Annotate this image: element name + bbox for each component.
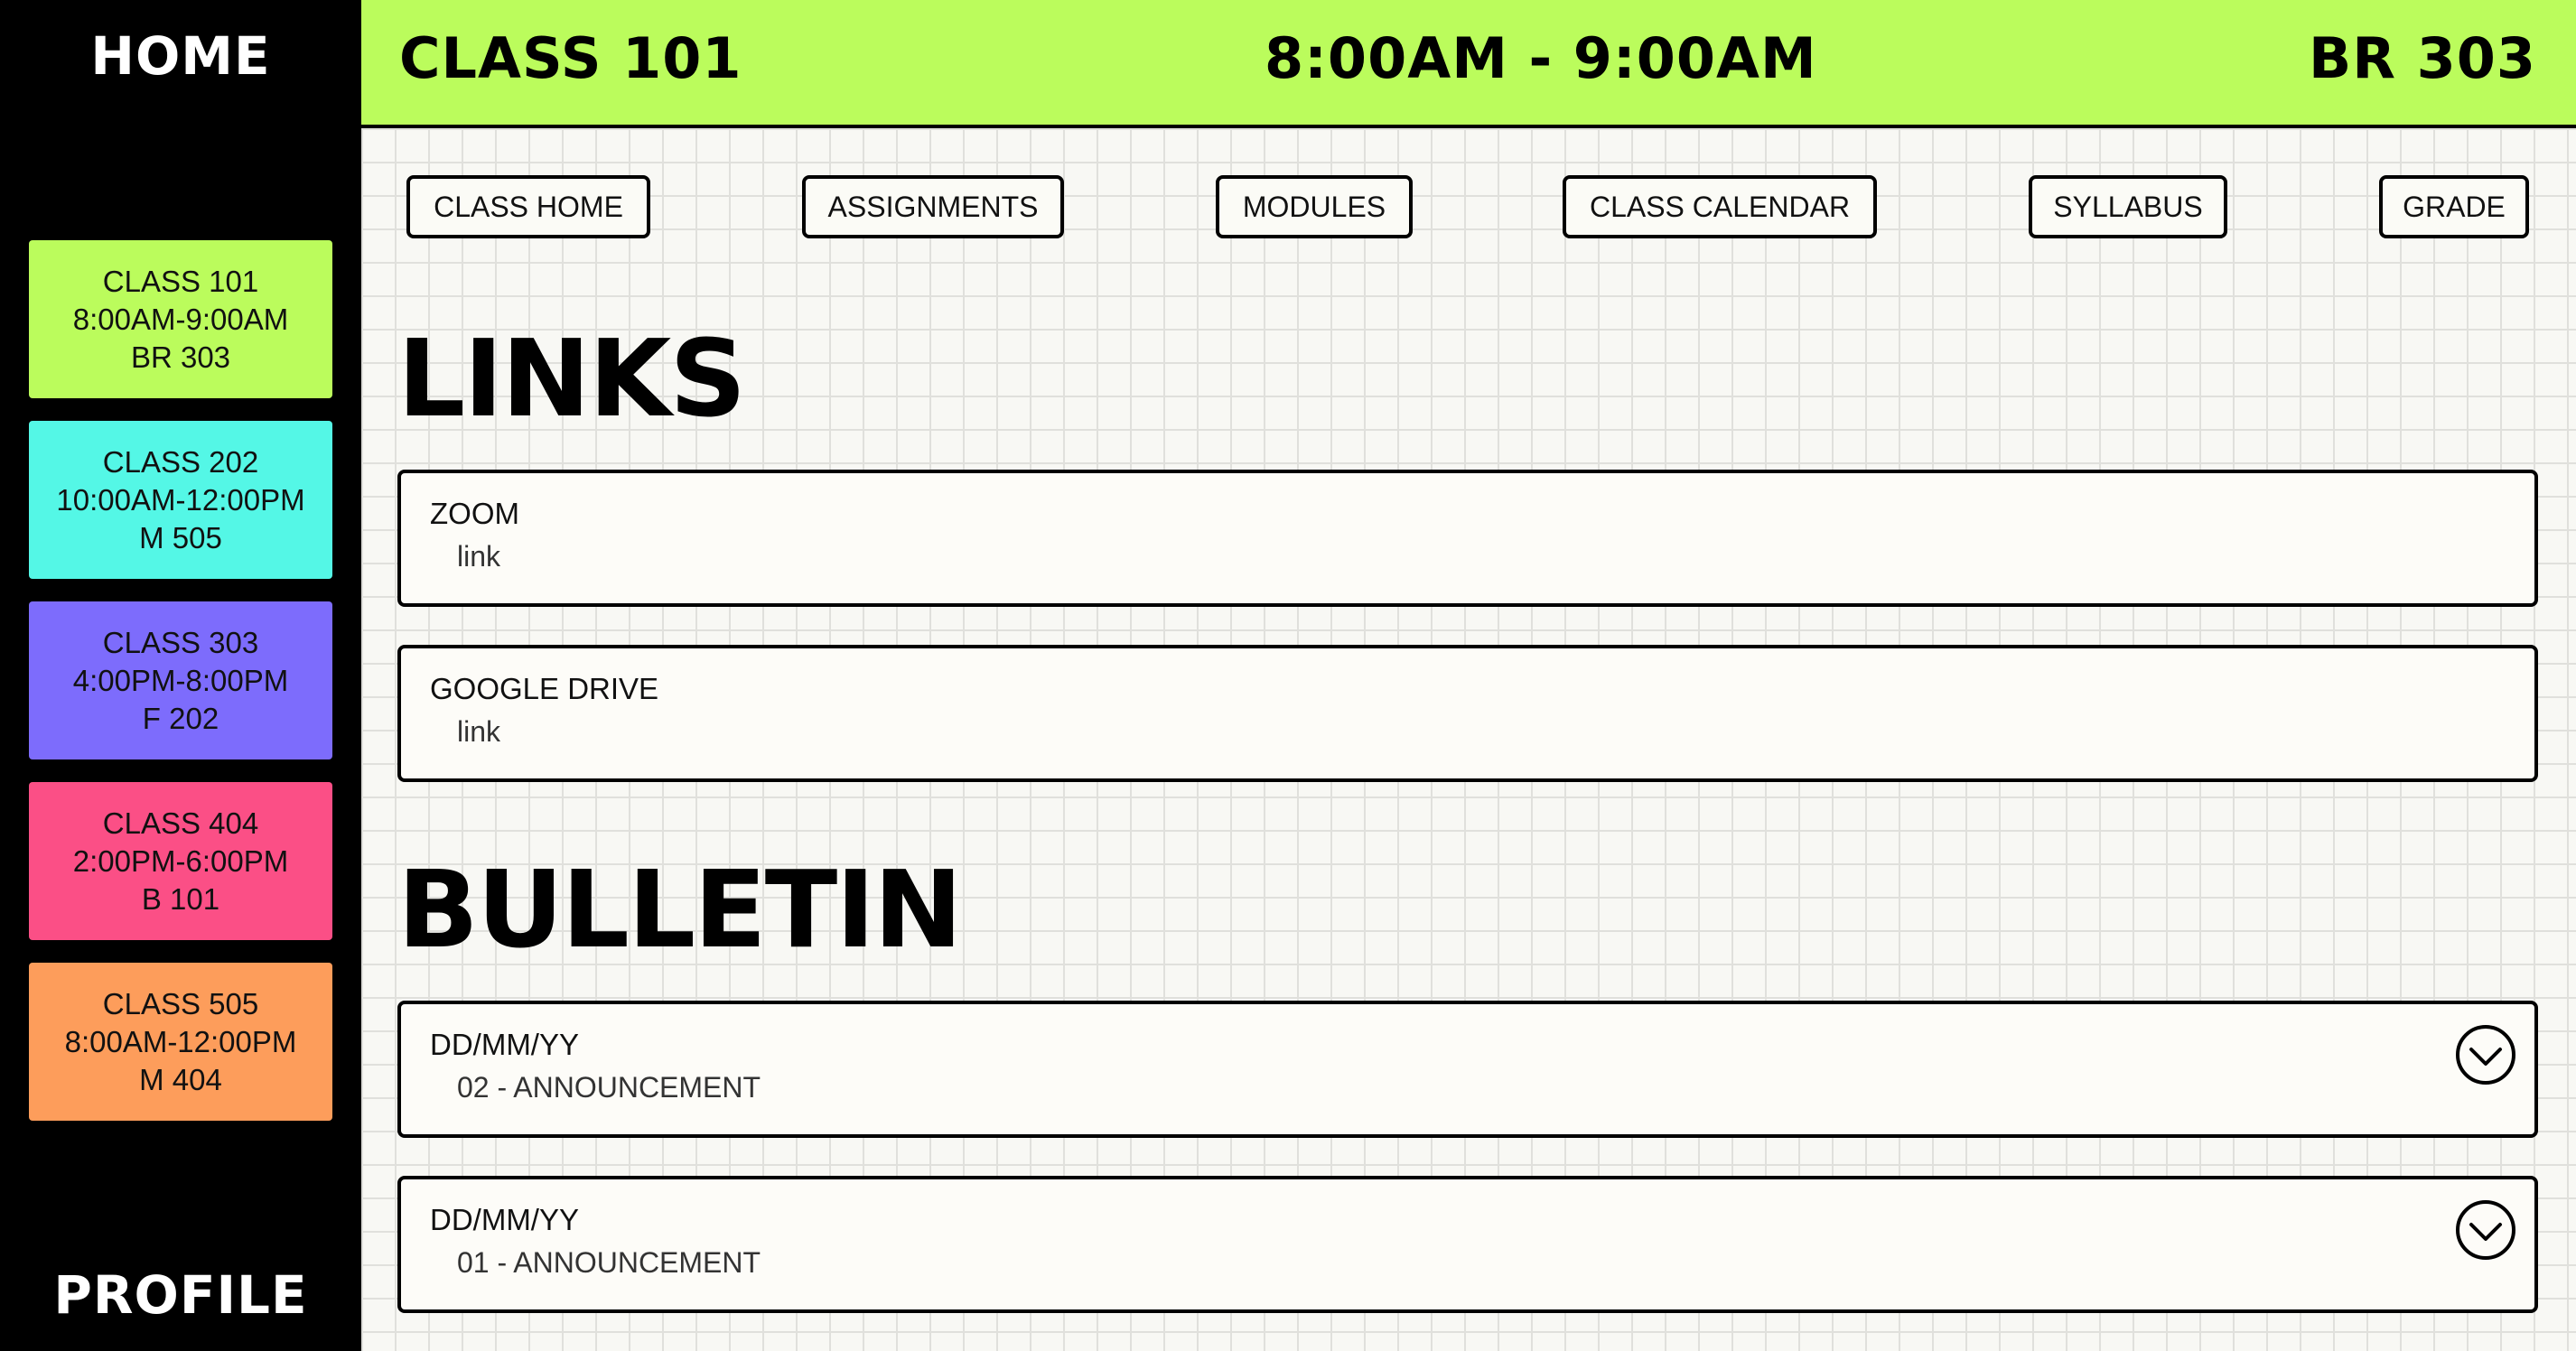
class-card-505[interactable]: CLASS 505 8:00AM-12:00PM M 404 xyxy=(29,963,332,1121)
class-card-time: 8:00AM-9:00AM xyxy=(72,302,289,336)
bulletin-text: 01 - ANNOUNCEMENT xyxy=(457,1246,761,1279)
link-title: GOOGLE DRIVE xyxy=(430,672,659,705)
link-title: ZOOM xyxy=(430,497,519,530)
home-link[interactable]: HOME xyxy=(0,25,361,87)
main-content: CLASS HOME ASSIGNMENTS MODULES CLASS CAL… xyxy=(361,128,2576,1351)
class-card-name: CLASS 505 xyxy=(102,986,259,1020)
sidebar: HOME CLASS 101 8:00AM-9:00AM BR 303 CLAS… xyxy=(0,0,361,1351)
class-card-time: 4:00PM-8:00PM xyxy=(72,663,289,697)
header-class-name: CLASS 101 xyxy=(399,25,742,91)
tab-syllabus[interactable]: SYLLABUS xyxy=(2029,175,2227,238)
header-class-room: BR 303 xyxy=(2308,25,2536,91)
class-card-room: B 101 xyxy=(141,881,220,916)
profile-link[interactable]: PROFILE xyxy=(0,1264,361,1326)
class-card-time: 2:00PM-6:00PM xyxy=(72,843,289,878)
link-item-zoom[interactable]: ZOOM link xyxy=(397,470,2538,607)
tab-modules[interactable]: MODULES xyxy=(1216,175,1413,238)
bulletin-heading: BULLETIN xyxy=(397,847,963,972)
class-card-101[interactable]: CLASS 101 8:00AM-9:00AM BR 303 xyxy=(29,240,332,398)
class-card-404[interactable]: CLASS 404 2:00PM-6:00PM B 101 xyxy=(29,782,332,940)
class-card-name: CLASS 404 xyxy=(102,806,259,840)
class-card-name: CLASS 202 xyxy=(102,444,259,479)
class-card-room: M 404 xyxy=(139,1062,222,1096)
class-card-room: M 505 xyxy=(139,520,222,554)
tab-assignments[interactable]: ASSIGNMENTS xyxy=(802,175,1064,238)
links-heading: LINKS xyxy=(397,316,746,441)
tab-class-home[interactable]: CLASS HOME xyxy=(406,175,650,238)
tab-class-calendar[interactable]: CLASS CALENDAR xyxy=(1563,175,1877,238)
bulletin-date: DD/MM/YY xyxy=(430,1028,579,1061)
class-card-name: CLASS 303 xyxy=(102,625,259,659)
class-header: CLASS 101 8:00AM - 9:00AM BR 303 xyxy=(361,0,2576,128)
class-card-room: BR 303 xyxy=(130,340,231,374)
class-card-303[interactable]: CLASS 303 4:00PM-8:00PM F 202 xyxy=(29,601,332,759)
class-card-name: CLASS 101 xyxy=(102,264,259,298)
class-card-202[interactable]: CLASS 202 10:00AM-12:00PM M 505 xyxy=(29,421,332,579)
class-card-time: 8:00AM-12:00PM xyxy=(64,1024,297,1058)
chevron-down-circle-icon[interactable] xyxy=(2453,1197,2518,1262)
bulletin-text: 02 - ANNOUNCEMENT xyxy=(457,1071,761,1104)
link-item-google-drive[interactable]: GOOGLE DRIVE link xyxy=(397,645,2538,782)
header-class-time: 8:00AM - 9:00AM xyxy=(1265,25,1817,91)
tab-grade[interactable]: GRADE xyxy=(2379,175,2529,238)
class-card-room: F 202 xyxy=(142,701,219,735)
bulletin-date: DD/MM/YY xyxy=(430,1203,579,1236)
chevron-down-circle-icon[interactable] xyxy=(2453,1022,2518,1087)
link-url[interactable]: link xyxy=(457,715,500,749)
bulletin-item[interactable]: DD/MM/YY 02 - ANNOUNCEMENT xyxy=(397,1001,2538,1138)
bulletin-item[interactable]: DD/MM/YY 01 - ANNOUNCEMENT xyxy=(397,1176,2538,1313)
class-card-time: 10:00AM-12:00PM xyxy=(56,482,305,517)
link-url[interactable]: link xyxy=(457,540,500,573)
